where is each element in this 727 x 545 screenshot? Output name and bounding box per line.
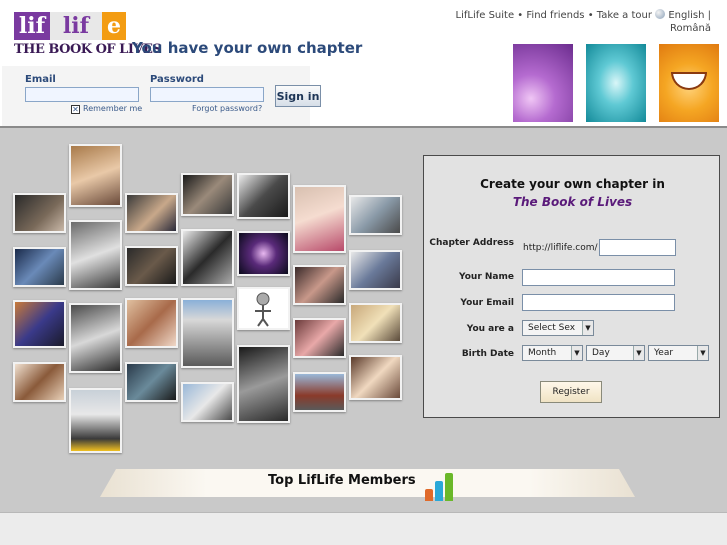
- member-photo[interactable]: [237, 287, 290, 330]
- remember-me-label: Remember me: [83, 104, 143, 113]
- your-name-label: Your Name: [459, 272, 514, 282]
- footer: [0, 512, 727, 545]
- nav-separator: •: [517, 10, 524, 21]
- day-select-value: Day: [592, 348, 610, 358]
- chevron-down-icon: ▼: [582, 321, 593, 335]
- your-email-label: Your Email: [460, 298, 514, 308]
- your-email-input[interactable]: [522, 294, 675, 311]
- forgot-password-link[interactable]: Forgot password?: [192, 104, 262, 113]
- your-name-input[interactable]: [522, 269, 675, 286]
- signup-panel: Create your own chapter in The Book of L…: [423, 155, 720, 418]
- checkbox-icon[interactable]: ✕: [71, 105, 80, 114]
- nav-link-take-a-tour[interactable]: Take a tour: [597, 10, 652, 21]
- member-photo[interactable]: [125, 246, 178, 286]
- member-photo[interactable]: [69, 388, 122, 453]
- gender-select[interactable]: Select Sex ▼: [522, 320, 594, 336]
- member-photo[interactable]: [181, 382, 234, 422]
- chevron-down-icon: ▼: [697, 346, 708, 360]
- chapter-address-input[interactable]: [599, 239, 676, 256]
- chevron-down-icon: ▼: [633, 346, 644, 360]
- member-photo[interactable]: [13, 362, 66, 402]
- banner-strip: [513, 44, 727, 122]
- email-input[interactable]: [25, 87, 139, 102]
- lang-english[interactable]: English: [668, 10, 704, 21]
- lang-separator: |: [707, 10, 711, 21]
- logo-mark: lif lif e: [14, 12, 126, 40]
- banner-image-smile: [659, 44, 719, 122]
- signup-title-brand: The Book of Lives: [512, 195, 633, 209]
- password-label: Password: [150, 74, 204, 85]
- gender-label: You are a: [466, 324, 514, 334]
- banner-image-purple: [513, 44, 573, 122]
- member-photo[interactable]: [181, 298, 234, 368]
- member-photo[interactable]: [69, 144, 122, 207]
- member-photo[interactable]: [13, 193, 66, 233]
- month-select[interactable]: Month ▼: [522, 345, 583, 361]
- email-label: Email: [25, 74, 56, 85]
- member-photo[interactable]: [349, 355, 402, 400]
- member-photo[interactable]: [293, 185, 346, 253]
- member-photo[interactable]: [349, 250, 402, 290]
- month-select-value: Month: [528, 348, 557, 358]
- member-photo[interactable]: [13, 300, 66, 348]
- member-photo[interactable]: [69, 220, 122, 290]
- chapter-url-prefix: http://liflife.com/: [523, 243, 598, 253]
- nav-link-liflife-suite[interactable]: LifLife Suite: [456, 10, 515, 21]
- globe-icon: [655, 9, 666, 19]
- member-photo[interactable]: [125, 298, 178, 348]
- register-button[interactable]: Register: [540, 381, 602, 403]
- member-photo[interactable]: [125, 362, 178, 402]
- gender-select-value: Select Sex: [528, 323, 576, 333]
- member-photo[interactable]: [293, 372, 346, 412]
- lang-romana[interactable]: Română: [670, 23, 711, 34]
- header: lif lif e THE BOOK OF LIVES You have your …: [0, 0, 727, 128]
- member-photo[interactable]: [181, 173, 234, 216]
- member-photo[interactable]: [293, 318, 346, 358]
- member-photo[interactable]: [237, 345, 290, 423]
- member-photo[interactable]: [349, 303, 402, 343]
- year-select[interactable]: Year ▼: [648, 345, 709, 361]
- top-members-title[interactable]: Top LifLife Members: [268, 473, 416, 488]
- nav-separator: •: [587, 10, 594, 21]
- chevron-down-icon: ▼: [571, 346, 582, 360]
- cartoon-figure-icon: [255, 292, 271, 327]
- member-photo[interactable]: [69, 303, 122, 373]
- member-photo[interactable]: [237, 173, 290, 219]
- year-select-value: Year: [654, 348, 674, 358]
- password-input[interactable]: [150, 87, 264, 102]
- member-photo[interactable]: [349, 195, 402, 235]
- birth-date-label: Birth Date: [461, 349, 514, 359]
- banner-image-cyan: [586, 44, 646, 122]
- member-photo[interactable]: [13, 247, 66, 287]
- sign-in-button[interactable]: Sign in: [275, 85, 321, 107]
- remember-me[interactable]: ✕ Remember me: [71, 104, 142, 114]
- signup-title: Create your own chapter in: [480, 177, 665, 191]
- tagline: You have your own chapter: [132, 39, 363, 57]
- bar-chart-icon: [425, 471, 455, 501]
- logo[interactable]: lif lif e THE BOOK OF LIVES: [14, 12, 162, 58]
- member-photo[interactable]: [237, 231, 290, 276]
- nav-link-find-friends[interactable]: Find friends: [526, 10, 584, 21]
- top-nav: LifLife Suite • Find friends • Take a to…: [456, 9, 711, 35]
- chapter-address-label: Chapter Address: [429, 238, 514, 248]
- day-select[interactable]: Day ▼: [586, 345, 645, 361]
- member-photo[interactable]: [125, 193, 178, 233]
- member-photo[interactable]: [293, 265, 346, 305]
- member-photo[interactable]: [181, 229, 234, 286]
